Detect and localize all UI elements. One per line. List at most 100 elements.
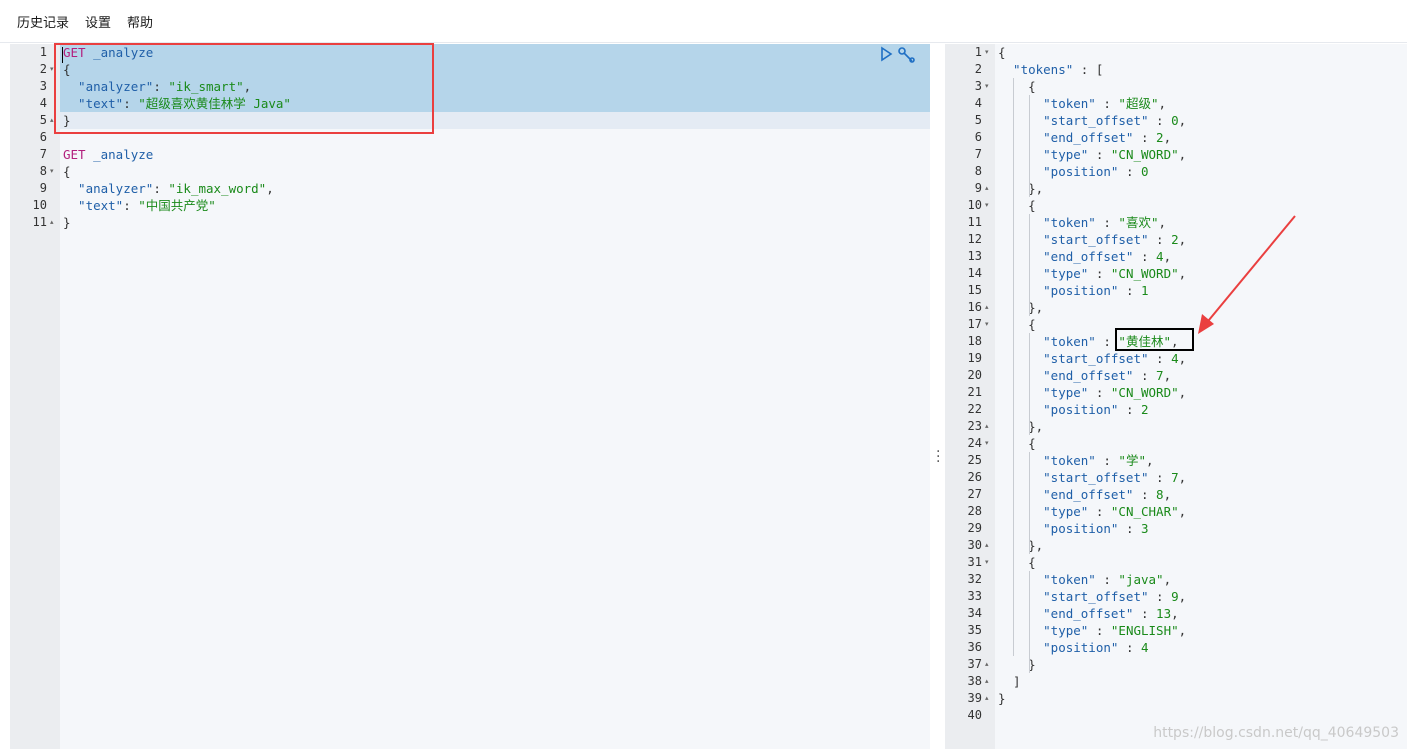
code-token: "tokens" [998,62,1074,77]
code-token: _analyze [85,147,154,162]
fold-close-icon[interactable]: ▴ [985,673,989,690]
response-code-line: { [995,78,1407,95]
code-token: , [1178,113,1187,128]
fold-close-icon[interactable]: ▴ [985,299,989,316]
code-token: "学" [1118,453,1146,468]
code-token: "ENGLISH" [1110,623,1179,638]
wrench-icon[interactable] [898,47,915,63]
response-code-text: "end_offset" : 4, [998,248,1171,265]
response-code-text: "position" : 3 [998,520,1148,537]
code-token: , [266,181,274,196]
annotation-arrow [1198,215,1296,334]
code-token: "end_offset" [998,487,1134,502]
code-token: , [1163,368,1172,383]
response-line-number: 16 [967,300,982,314]
code-token: ] [998,674,1021,689]
request-line-number: 2 [39,62,47,76]
response-code-area: { "tokens" : [ { "token" : "超级", "start_… [995,44,1407,749]
response-line-number: 1 [974,45,982,59]
code-token: "type" [998,385,1089,400]
menu-settings[interactable]: 设置 [85,12,111,31]
menu-history[interactable]: 历史记录 [17,12,69,31]
fold-open-icon[interactable]: ▾ [985,435,989,452]
play-icon[interactable] [881,46,893,62]
response-line-number: 17 [967,317,982,331]
code-token: "start_offset" [998,113,1149,128]
request-code-area[interactable]: GET _analyze{ "analyzer": "ik_smart", "t… [60,44,930,749]
arrow-line [1203,215,1296,327]
code-token: { [998,45,1006,60]
code-token: 7 [1171,470,1179,485]
response-line-number: 24 [967,436,982,450]
fold-open-icon[interactable]: ▾ [985,554,989,571]
request-line-number: 5 [39,113,47,127]
request-line-number: 7 [39,147,47,161]
fold-open-icon[interactable]: ▾ [50,61,54,78]
fold-open-icon[interactable]: ▾ [985,78,989,95]
code-token: , [1145,453,1154,468]
response-line-number: 34 [967,606,982,620]
menu-help[interactable]: 帮助 [127,12,153,31]
response-code-line: "end_offset" : 7, [995,367,1407,384]
code-token: : [1088,623,1111,638]
code-token: : [1148,351,1172,366]
fold-close-icon[interactable]: ▴ [985,180,989,197]
fold-close-icon[interactable]: ▴ [985,656,989,673]
fold-open-icon[interactable]: ▾ [985,316,989,333]
code-token: 13 [1156,606,1172,621]
fold-close-icon[interactable]: ▴ [985,690,989,707]
code-token: "中国共产党" [138,198,216,213]
fold-close-icon[interactable]: ▴ [985,418,989,435]
pane-divider[interactable] [930,44,945,749]
fold-open-icon[interactable]: ▾ [50,163,54,180]
code-token: 4 [1141,640,1149,655]
code-token: , [1158,96,1167,111]
response-code-text: { [998,435,1036,452]
response-code-text: "end_offset" : 2, [998,129,1171,146]
response-code-text: { [998,316,1036,333]
response-line-number: 4 [974,96,982,110]
code-token: GET [63,147,86,162]
request-editor[interactable]: GET _analyze{ "analyzer": "ik_smart", "t… [10,44,930,749]
fold-open-icon[interactable]: ▾ [985,197,989,214]
code-token: , [1178,232,1187,247]
request-code-text: GET _analyze [63,146,153,163]
response-line-number: 38 [967,674,982,688]
request-toolbar-icons [881,46,915,63]
response-code-text: } [998,690,1006,707]
request-code-line: } [60,214,930,231]
code-token: 9 [1171,589,1179,604]
response-code-line: "tokens" : [ [995,61,1407,78]
response-line-number: 27 [967,487,982,501]
response-code-text: { [998,554,1036,571]
code-token: "position" [998,402,1119,417]
response-code-text: "start_offset" : 7, [998,469,1186,486]
code-token: "type" [998,266,1089,281]
response-line-number: 10 [967,198,982,212]
fold-close-icon[interactable]: ▴ [50,112,54,129]
request-line-number: 11 [32,215,47,229]
code-token: "start_offset" [998,589,1149,604]
response-code-text: ] [998,673,1021,690]
fold-close-icon[interactable]: ▴ [985,537,989,554]
code-token: 2 [1156,130,1164,145]
response-code-line: "end_offset" : 2, [995,129,1407,146]
fold-close-icon[interactable]: ▴ [50,214,54,231]
response-code-text: "token" : "学", [998,452,1154,469]
request-toolbar [880,46,920,68]
response-code-line: "end_offset" : 8, [995,486,1407,503]
indent-guide [1029,452,1030,554]
watermark: https://blog.csdn.net/qq_40649503 [1153,725,1399,741]
code-token: : [1118,640,1141,655]
menu-bar: 历史记录 设置 帮助 [0,0,1407,43]
code-token: : [1088,266,1111,281]
code-token: "start_offset" [998,351,1149,366]
code-token: : [1133,368,1157,383]
code-token: } [63,215,71,230]
fold-open-icon[interactable]: ▾ [985,44,989,61]
response-code-line: { [995,554,1407,571]
response-code-line: "type" : "CN_CHAR", [995,503,1407,520]
code-token: "start_offset" [998,232,1149,247]
code-token: : [1088,504,1111,519]
resize-handle-icon[interactable]: · · · [936,445,940,469]
